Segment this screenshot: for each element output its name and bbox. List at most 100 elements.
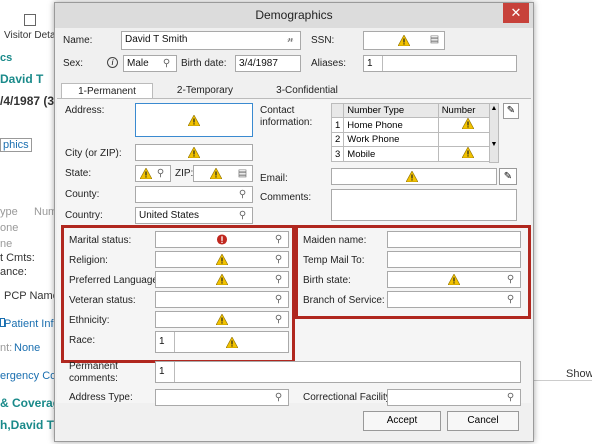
warning-icon: [216, 314, 228, 325]
warning-icon: [140, 168, 152, 179]
cancel-button[interactable]: Cancel: [447, 411, 519, 431]
warning-icon: [210, 168, 222, 179]
table-row[interactable]: 1 Home Phone: [330, 117, 500, 133]
county-field[interactable]: ⚲: [135, 186, 253, 203]
search-icon[interactable]: ⚲: [272, 313, 285, 326]
signature-icon[interactable]: 𝓃: [284, 33, 297, 46]
city-field[interactable]: [135, 144, 253, 161]
bg-dob: /4/1987 (3: [0, 94, 55, 108]
search-icon[interactable]: ⚲: [272, 233, 285, 246]
search-icon[interactable]: ⚲: [504, 293, 517, 306]
bg-patient-info-link[interactable]: Patient Info: [4, 318, 60, 330]
warning-icon: [398, 35, 410, 46]
birth-state-field[interactable]: ⚲: [387, 271, 521, 288]
veteran-field[interactable]: ⚲: [155, 291, 289, 308]
country-value: United States: [139, 210, 200, 221]
tab-confidential[interactable]: 3-Confidential: [257, 83, 357, 99]
search-icon[interactable]: ⚲: [272, 253, 285, 266]
visitor-detail-icon[interactable]: [24, 14, 36, 26]
perm-comments-label: Permanent comments:: [69, 361, 118, 384]
warning-icon: [226, 337, 238, 348]
temp-mail-field[interactable]: [387, 251, 521, 268]
contact-scrollbar[interactable]: ▲ ▼: [489, 103, 499, 163]
bg-patient-footer: h,David T: [0, 418, 55, 432]
clipboard-icon[interactable]: ▤: [236, 167, 249, 180]
sex-label: Sex:: [63, 58, 84, 69]
info-icon[interactable]: i: [107, 57, 118, 68]
search-icon[interactable]: ⚲: [154, 167, 167, 180]
clipboard-icon[interactable]: ▤: [428, 33, 441, 46]
zip-field[interactable]: ▤: [193, 165, 253, 182]
sex-field[interactable]: Male ⚲: [123, 55, 177, 72]
address-type-label: Address Type:: [69, 392, 133, 403]
veteran-label: Veteran status:: [69, 295, 136, 306]
email-field[interactable]: [331, 168, 497, 185]
edit-email-button[interactable]: ✎: [499, 168, 517, 185]
address-field[interactable]: [135, 103, 253, 137]
search-icon[interactable]: ⚲: [272, 273, 285, 286]
bg-text-7: ne: [0, 238, 13, 250]
address-type-field[interactable]: ⚲: [155, 389, 289, 406]
warning-icon: [461, 117, 475, 130]
religion-field[interactable]: ⚲: [155, 251, 289, 268]
branch-field[interactable]: ⚲: [387, 291, 521, 308]
state-field[interactable]: ⚲: [135, 165, 171, 182]
contact-header-type: Number Type: [343, 103, 439, 118]
comments-field[interactable]: [331, 189, 517, 221]
warning-icon: [188, 115, 200, 126]
perm-comments-field[interactable]: 1: [155, 361, 521, 383]
name-field[interactable]: David T Smith 𝓃: [121, 31, 301, 50]
number-type: Mobile: [343, 146, 439, 162]
bg-demographics-link[interactable]: phics: [0, 138, 32, 152]
search-icon[interactable]: ⚲: [272, 293, 285, 306]
bg-coverage: & Coverag: [0, 396, 61, 410]
table-row[interactable]: 3 Mobile: [330, 146, 500, 162]
tab-permanent[interactable]: 1-Permanent: [61, 83, 153, 99]
ethnicity-label: Ethnicity:: [69, 315, 110, 326]
search-icon[interactable]: ⚲: [272, 391, 285, 404]
ethnicity-field[interactable]: ⚲: [155, 311, 289, 328]
contact-table[interactable]: Number Type Number 1 Home Phone 2 Work Phon…: [330, 103, 500, 162]
marital-field[interactable]: ⚲: [155, 231, 289, 248]
edit-contact-button[interactable]: ✎: [503, 103, 519, 119]
row-index: 1: [330, 117, 345, 133]
search-icon[interactable]: ⚲: [160, 57, 173, 70]
number-type: Work Phone: [343, 132, 439, 147]
ssn-field[interactable]: ▤: [363, 31, 445, 50]
maiden-field[interactable]: [387, 231, 521, 248]
warning-icon: [188, 147, 200, 158]
search-icon[interactable]: ⚲: [504, 273, 517, 286]
visitor-detail-label[interactable]: Visitor Detail: [4, 30, 60, 41]
search-icon[interactable]: ⚲: [236, 209, 249, 222]
correctional-label: Correctional Facility:: [303, 392, 394, 403]
birth-date-field[interactable]: 3/4/1987: [235, 55, 301, 72]
race-field[interactable]: 1: [155, 331, 289, 353]
aliases-field[interactable]: 1: [363, 55, 517, 72]
birth-state-label: Birth state:: [303, 275, 351, 286]
bg-text-13: None: [14, 342, 41, 354]
correctional-field[interactable]: ⚲: [387, 389, 521, 406]
aliases-label: Aliases:: [311, 58, 347, 69]
tab-temporary[interactable]: 2-Temporary: [159, 83, 251, 99]
race-label: Race:: [69, 335, 96, 346]
accept-button[interactable]: Accept: [363, 411, 441, 431]
language-field[interactable]: ⚲: [155, 271, 289, 288]
comments-label: Comments:: [260, 192, 312, 203]
ssn-label: SSN:: [311, 35, 335, 46]
bg-text-9: ance:: [0, 266, 27, 278]
table-row[interactable]: 2 Work Phone: [330, 132, 500, 147]
county-label: County:: [65, 189, 100, 200]
contact-label: Contact information:: [260, 105, 313, 128]
search-icon[interactable]: ⚲: [504, 391, 517, 404]
city-label: City (or ZIP):: [65, 148, 122, 159]
close-button[interactable]: ✕: [503, 3, 529, 23]
email-label: Email:: [260, 173, 288, 184]
warning-icon: [461, 146, 475, 159]
search-icon[interactable]: ⚲: [236, 188, 249, 201]
bg-showing: Showi: [566, 368, 592, 380]
warning-icon: [216, 274, 228, 285]
country-field[interactable]: United States ⚲: [135, 207, 253, 224]
birth-date-label: Birth date:: [181, 58, 227, 69]
bg-text-6: one: [0, 222, 19, 234]
language-label: Preferred Language:: [69, 275, 161, 286]
